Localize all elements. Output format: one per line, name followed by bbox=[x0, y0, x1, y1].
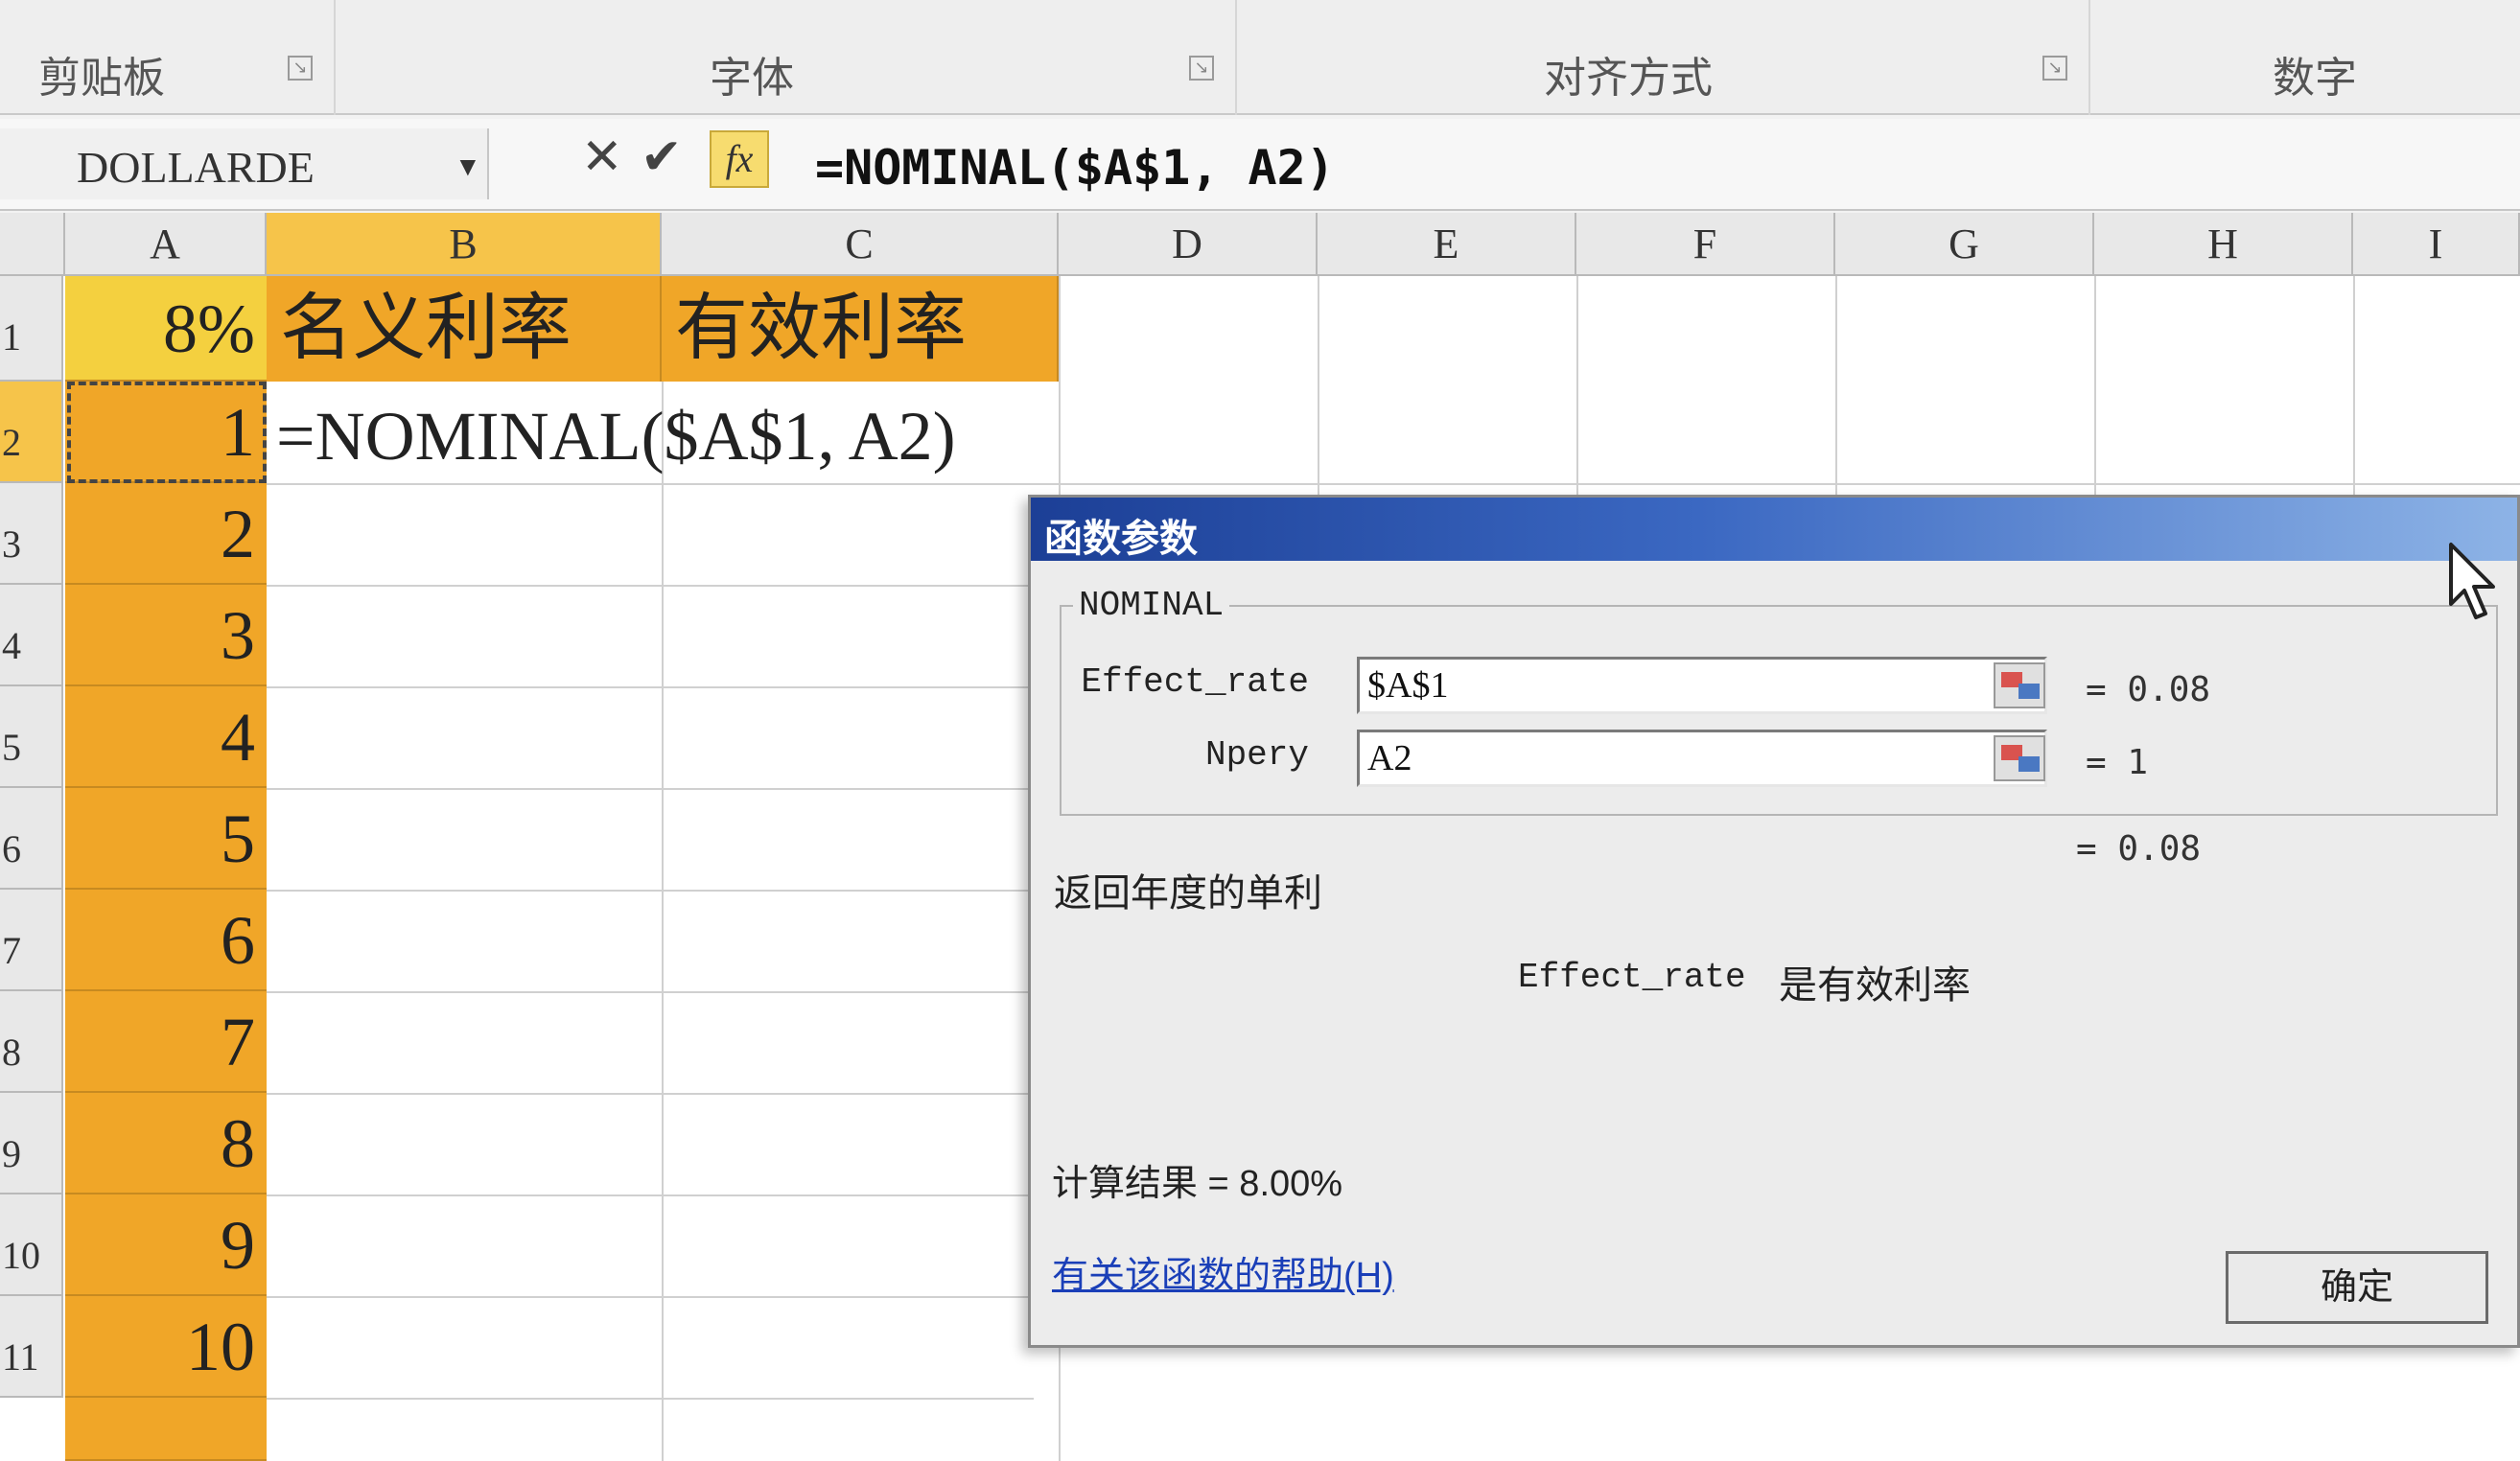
gridline bbox=[267, 483, 2520, 485]
formula-bar: DOLLARDE ▼ ✕ ✔ fx =NOMINAL($A$1, A2) bbox=[0, 119, 2520, 211]
mouse-pointer-icon bbox=[2449, 543, 2495, 619]
column-header-c[interactable]: C bbox=[662, 213, 1059, 276]
arg-label-npery: Npery bbox=[1204, 735, 1309, 775]
dialog-launcher-icon[interactable]: ↘ bbox=[288, 56, 313, 81]
cell-a10[interactable]: 9 bbox=[65, 1194, 267, 1296]
ok-button[interactable]: 确定 bbox=[2226, 1251, 2488, 1324]
name-box-value: DOLLARDE bbox=[77, 143, 315, 192]
select-all-corner[interactable] bbox=[0, 213, 65, 276]
cell-a4[interactable]: 3 bbox=[65, 585, 267, 686]
arg-description-text: 是有效利率 bbox=[1779, 964, 1971, 1007]
column-header-e[interactable]: E bbox=[1318, 213, 1576, 276]
cell-a5[interactable]: 4 bbox=[65, 686, 267, 788]
row-header[interactable]: 11 bbox=[0, 1296, 63, 1398]
ribbon-group-clipboard: 剪贴板 ↘ bbox=[0, 0, 336, 115]
ribbon-group-alignment: 对齐方式 ↘ bbox=[1237, 0, 2090, 115]
column-header-h[interactable]: H bbox=[2094, 213, 2353, 276]
gridline bbox=[267, 1296, 1034, 1298]
arg-result: = 0.08 bbox=[2086, 670, 2211, 709]
name-box[interactable]: DOLLARDE ▼ bbox=[0, 128, 489, 199]
calculation-result: 计算结果 = 8.00% bbox=[1052, 1164, 1343, 1204]
dialog-title-bar[interactable]: 函数参数 bbox=[1031, 498, 2517, 561]
row-header[interactable]: 6 bbox=[0, 788, 63, 890]
cell-a12[interactable] bbox=[65, 1398, 267, 1461]
ribbon-group-label: 剪贴板 bbox=[38, 55, 165, 102]
gridline bbox=[267, 1398, 1034, 1400]
gridline bbox=[267, 1093, 1034, 1095]
npery-input[interactable]: A2 bbox=[1357, 730, 2047, 787]
row-header[interactable]: 4 bbox=[0, 585, 63, 686]
arg-result: = 1 bbox=[2086, 743, 2149, 782]
gridline bbox=[267, 788, 1034, 790]
cell-b2-edit[interactable]: =NOMINAL($A$1, A2) bbox=[276, 397, 956, 476]
cell-a1[interactable]: 8% bbox=[65, 276, 267, 382]
collapse-dialog-icon[interactable] bbox=[1994, 662, 2045, 708]
function-description: 返回年度的单利 bbox=[1054, 872, 1322, 915]
formula-input[interactable]: =NOMINAL($A$1, A2) bbox=[815, 140, 1335, 196]
arg-label-effect-rate: Effect_rate bbox=[1081, 662, 1309, 702]
cancel-icon[interactable]: ✕ bbox=[581, 128, 623, 186]
function-name: NOMINAL bbox=[1073, 586, 1230, 625]
row-header[interactable]: 1 bbox=[0, 276, 63, 382]
ribbon-group-label: 数字 bbox=[2273, 55, 2357, 102]
effect-rate-input[interactable]: $A$1 bbox=[1357, 657, 2047, 714]
chevron-down-icon[interactable]: ▼ bbox=[455, 151, 481, 182]
function-help-link[interactable]: 有关该函数的帮助(H) bbox=[1052, 1245, 1394, 1298]
row-header[interactable]: 3 bbox=[0, 483, 63, 585]
row-header[interactable]: 10 bbox=[0, 1194, 63, 1296]
enter-icon[interactable]: ✔ bbox=[641, 128, 683, 186]
gridline bbox=[267, 890, 1034, 892]
cell-a7[interactable]: 6 bbox=[65, 890, 267, 991]
column-header-g[interactable]: G bbox=[1835, 213, 2094, 276]
insert-function-button[interactable]: fx bbox=[710, 130, 769, 188]
gridline bbox=[267, 1194, 1034, 1196]
function-result: = 0.08 bbox=[2076, 829, 2202, 869]
cell-a3[interactable]: 2 bbox=[65, 483, 267, 585]
column-header-i[interactable]: I bbox=[2353, 213, 2520, 276]
arg-description-name: Effect_rate bbox=[1518, 958, 1746, 997]
column-header-f[interactable]: F bbox=[1576, 213, 1835, 276]
dialog-title: 函数参数 bbox=[1044, 518, 1198, 560]
gridline bbox=[267, 991, 1034, 993]
collapse-dialog-icon[interactable] bbox=[1994, 735, 2045, 781]
ribbon-group-label: 字体 bbox=[710, 55, 794, 102]
copy-marquee bbox=[67, 382, 267, 483]
row-header[interactable]: 8 bbox=[0, 991, 63, 1093]
ribbon-group-font: 字体 ↘ bbox=[336, 0, 1237, 115]
row-header[interactable]: 9 bbox=[0, 1093, 63, 1194]
gridline bbox=[267, 686, 1034, 688]
cell-b1[interactable]: 名义利率 bbox=[267, 276, 662, 382]
cell-a9[interactable]: 8 bbox=[65, 1093, 267, 1194]
cell-a8[interactable]: 7 bbox=[65, 991, 267, 1093]
dialog-launcher-icon[interactable]: ↘ bbox=[2042, 56, 2067, 81]
ribbon: 剪贴板 ↘ 字体 ↘ 对齐方式 ↘ 数字 bbox=[0, 0, 2520, 115]
row-header[interactable]: 5 bbox=[0, 686, 63, 788]
function-arguments-dialog: 函数参数 NOMINAL Effect_rate $A$1 = 0.08 Npe… bbox=[1028, 495, 2520, 1348]
column-header-d[interactable]: D bbox=[1059, 213, 1318, 276]
row-header[interactable]: 2 bbox=[0, 382, 63, 483]
column-header-b[interactable]: B bbox=[267, 213, 662, 276]
cell-c1[interactable]: 有效利率 bbox=[662, 276, 1059, 382]
cell-a11[interactable]: 10 bbox=[65, 1296, 267, 1398]
cell-a6[interactable]: 5 bbox=[65, 788, 267, 890]
column-header-a[interactable]: A bbox=[65, 213, 267, 276]
row-header[interactable]: 7 bbox=[0, 890, 63, 991]
dialog-launcher-icon[interactable]: ↘ bbox=[1189, 56, 1214, 81]
ribbon-group-label: 对齐方式 bbox=[1544, 55, 1713, 102]
ribbon-group-number: 数字 bbox=[2090, 0, 2520, 115]
gridline bbox=[267, 585, 1034, 587]
